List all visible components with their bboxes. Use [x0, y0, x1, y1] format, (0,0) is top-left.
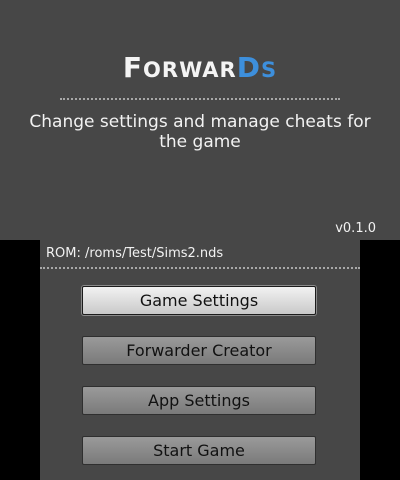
app-settings-button[interactable]: App Settings — [82, 386, 316, 415]
start-game-button[interactable]: Start Game — [82, 436, 316, 465]
game-settings-button[interactable]: Game Settings — [82, 286, 316, 315]
app-logo: FORWARDS — [0, 52, 400, 88]
bottom-divider — [40, 267, 360, 269]
logo-letter-d: D — [236, 51, 261, 84]
app-subtitle: Change settings and manage cheats for th… — [29, 112, 371, 152]
version-label: v0.1.0 — [335, 221, 376, 236]
rom-info: ROM: /roms/Test/Sims2.nds — [46, 246, 223, 262]
logo-text-orwar: ORWAR — [143, 58, 237, 82]
rom-path: /roms/Test/Sims2.nds — [85, 246, 224, 261]
logo-letter-s: S — [260, 58, 278, 82]
bottom-screen: ROM: /roms/Test/Sims2.nds Game Settings … — [40, 240, 360, 480]
logo-letter-f: F — [122, 51, 144, 84]
top-divider — [60, 98, 340, 100]
top-screen: FORWARDS Change settings and manage chea… — [0, 0, 400, 240]
forwarder-creator-button[interactable]: Forwarder Creator — [82, 336, 316, 365]
rom-label: ROM: — [46, 246, 81, 261]
